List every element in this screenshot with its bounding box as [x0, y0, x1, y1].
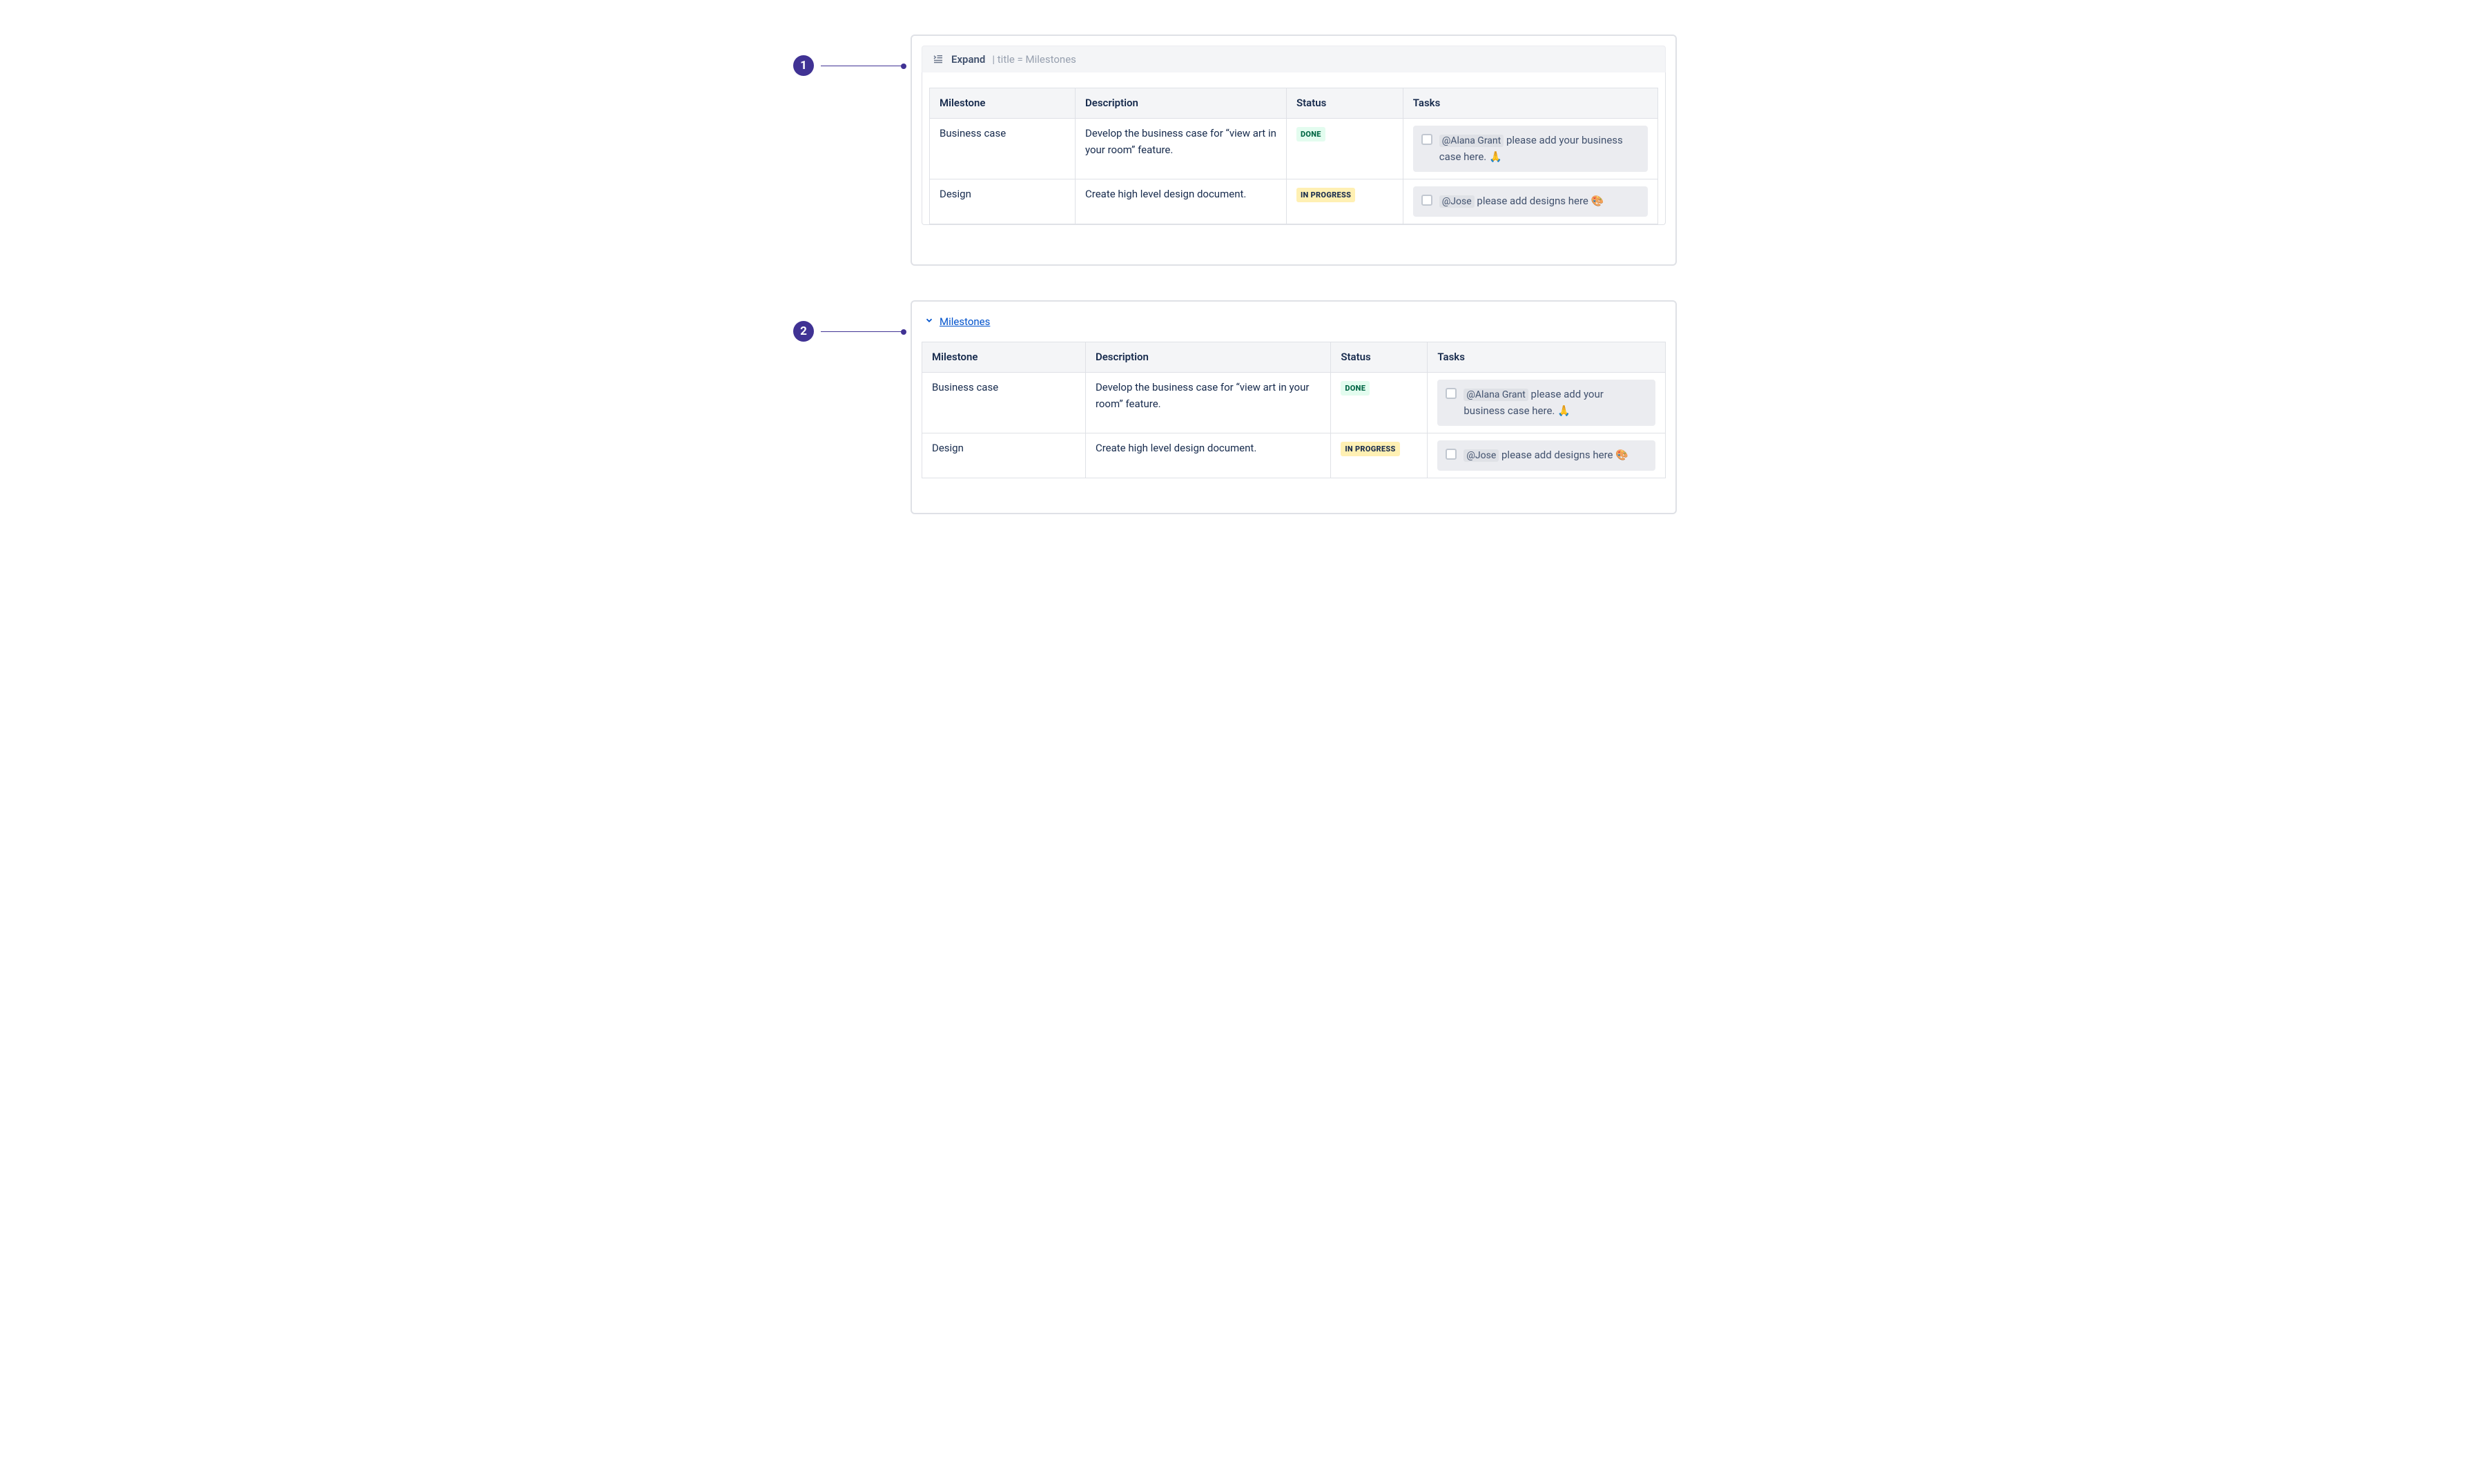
expand-macro-meta: | title = Milestones: [992, 53, 1076, 66]
table-row: Business case Develop the business case …: [922, 373, 1666, 433]
cell-tasks[interactable]: @Jose please add designs here 🎨: [1403, 179, 1657, 224]
cell-milestone[interactable]: Design: [922, 433, 1086, 478]
status-badge: DONE: [1296, 127, 1325, 141]
cell-status[interactable]: IN PROGRESS: [1331, 433, 1428, 478]
col-milestone: Milestone: [930, 88, 1076, 119]
list-collapse-icon: [932, 53, 944, 66]
cell-description[interactable]: Develop the business case for “view art …: [1085, 373, 1330, 433]
cell-status[interactable]: IN PROGRESS: [1286, 179, 1403, 224]
rendered-panel-2: Milestones Milestone Description Status …: [911, 300, 1677, 514]
col-milestone: Milestone: [922, 342, 1086, 373]
col-status: Status: [1286, 88, 1403, 119]
cell-milestone[interactable]: Business case: [922, 373, 1086, 433]
cell-tasks[interactable]: @Alana Grant please add your business ca…: [1428, 373, 1666, 433]
table-row: Design Create high level design document…: [930, 179, 1658, 224]
expand-macro-name: Expand: [951, 53, 985, 66]
col-description: Description: [1085, 342, 1330, 373]
user-mention[interactable]: @Alana Grant: [1463, 389, 1528, 401]
status-badge: IN PROGRESS: [1296, 188, 1355, 202]
col-tasks: Tasks: [1428, 342, 1666, 373]
col-status: Status: [1331, 342, 1428, 373]
task-item[interactable]: @Alana Grant please add your business ca…: [1413, 126, 1648, 172]
task-item[interactable]: @Alana Grant please add your business ca…: [1437, 380, 1655, 426]
cell-tasks[interactable]: @Jose please add designs here 🎨: [1428, 433, 1666, 478]
task-checkbox[interactable]: [1421, 195, 1432, 206]
status-badge: IN PROGRESS: [1341, 442, 1399, 456]
cell-description[interactable]: Create high level design document.: [1085, 433, 1330, 478]
emoji-palette: 🎨: [1615, 449, 1628, 461]
cell-status[interactable]: DONE: [1286, 119, 1403, 179]
task-checkbox[interactable]: [1421, 134, 1432, 145]
milestones-table: Milestone Description Status Tasks Busin…: [929, 88, 1658, 224]
cell-milestone[interactable]: Business case: [930, 119, 1076, 179]
status-badge: DONE: [1341, 381, 1370, 396]
cell-milestone[interactable]: Design: [930, 179, 1076, 224]
callout-leader-2: [821, 331, 904, 332]
user-mention[interactable]: @Alana Grant: [1439, 135, 1504, 147]
expand-macro-header[interactable]: Expand | title = Milestones: [922, 46, 1666, 72]
emoji-pray: 🙏: [1557, 404, 1571, 417]
user-mention[interactable]: @Jose: [1463, 449, 1499, 462]
user-mention[interactable]: @Jose: [1439, 195, 1475, 208]
milestones-table: Milestone Description Status Tasks Busin…: [922, 342, 1666, 478]
editor-panel-1: Expand | title = Milestones Milestone De…: [911, 35, 1677, 266]
col-description: Description: [1076, 88, 1287, 119]
emoji-palette: 🎨: [1591, 195, 1604, 207]
expand-toggle-row[interactable]: Milestones: [912, 302, 1675, 332]
task-item[interactable]: @Jose please add designs here 🎨: [1437, 440, 1655, 471]
task-checkbox[interactable]: [1446, 449, 1457, 460]
callout-marker-1: 1: [793, 55, 814, 76]
col-tasks: Tasks: [1403, 88, 1657, 119]
cell-description[interactable]: Develop the business case for “view art …: [1076, 119, 1287, 179]
table-row: Design Create high level design document…: [922, 433, 1666, 478]
task-item[interactable]: @Jose please add designs here 🎨: [1413, 186, 1648, 217]
cell-status[interactable]: DONE: [1331, 373, 1428, 433]
callout-marker-2: 2: [793, 321, 814, 342]
chevron-down-icon[interactable]: [924, 315, 934, 328]
table-row: Business case Develop the business case …: [930, 119, 1658, 179]
task-checkbox[interactable]: [1446, 388, 1457, 399]
cell-tasks[interactable]: @Alana Grant please add your business ca…: [1403, 119, 1657, 179]
expand-title-link[interactable]: Milestones: [940, 315, 990, 328]
cell-description[interactable]: Create high level design document.: [1076, 179, 1287, 224]
emoji-pray: 🙏: [1489, 150, 1502, 163]
